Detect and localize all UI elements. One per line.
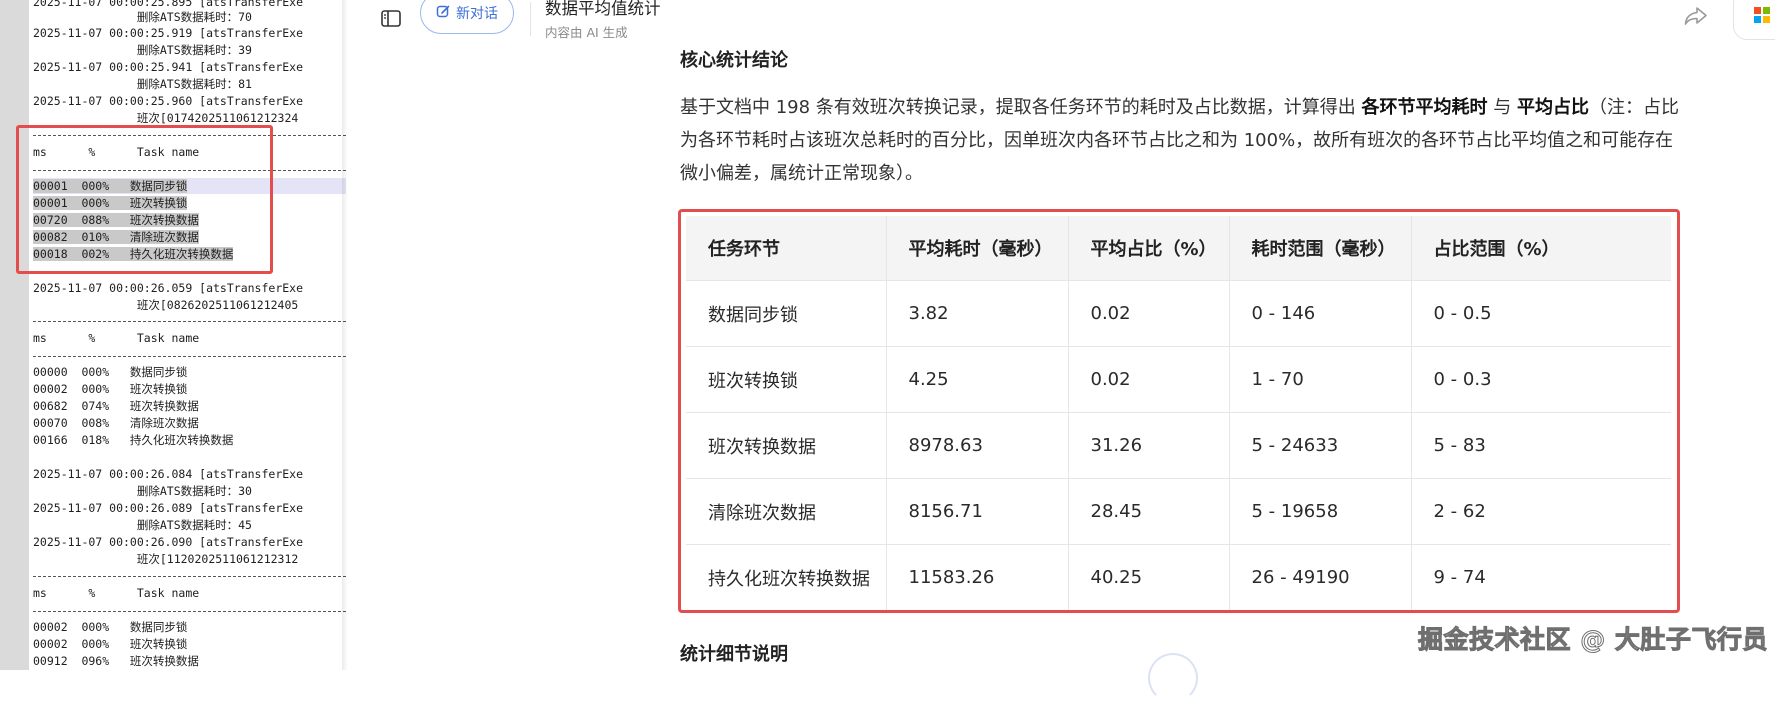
log-task-row: 00682 074% 班次转换数据 xyxy=(33,399,199,413)
ai-generated-notice: 内容由 AI 生成 xyxy=(545,25,628,40)
table-cell: 班次转换锁 xyxy=(686,346,887,413)
table-row: 班次转换数据 8978.63 31.26 5 - 24633 5 - 83 xyxy=(686,412,1671,479)
log-task-row: 00002 000% 数据同步锁 xyxy=(33,620,188,634)
scroll-to-bottom-icon[interactable] xyxy=(1148,653,1198,703)
table-cell: 持久化班次转换数据 xyxy=(686,544,887,610)
topbar-divider xyxy=(530,2,531,36)
table-cell: 9 - 74 xyxy=(1433,567,1486,588)
table-cell: 0 - 0.3 xyxy=(1411,346,1671,413)
microsoft-apps-button[interactable] xyxy=(1733,0,1775,40)
log-viewer-pane[interactable]: 2025-11-07 00:00:25.895 [atsTransferExe … xyxy=(0,0,346,670)
log-separator xyxy=(33,611,346,612)
table-cell: 31.26 xyxy=(1068,412,1230,479)
table-cell: 0 - 0.5 xyxy=(1411,280,1671,347)
log-task-row: 00070 008% 清除班次数据 xyxy=(33,416,199,430)
log-task-row: 00912 096% 班次转换数据 xyxy=(33,654,199,668)
log-task-row: 00000 000% 数据同步锁 xyxy=(33,365,188,379)
column-header: 耗时范围（毫秒） xyxy=(1229,216,1412,281)
table-cell: 5 - 24633 xyxy=(1229,412,1412,479)
section-heading: 核心统计结论 xyxy=(680,50,788,71)
section-heading: 统计细节说明 xyxy=(680,644,788,665)
log-task-row: 00002 000% 班次转换锁 xyxy=(33,637,188,651)
table-cell: 2 - 62 xyxy=(1411,478,1671,545)
log-line: 删除ATS数据耗时：70 xyxy=(33,10,252,24)
microsoft-logo-icon xyxy=(1754,7,1770,23)
watermark: 掘金技术社区 @ 大肚子飞行员 xyxy=(1418,625,1768,655)
table-row: 清除班次数据 8156.71 28.45 5 - 19658 2 - 62 xyxy=(686,478,1671,545)
log-task-row: 00166 018% 持久化班次转换数据 xyxy=(33,433,234,447)
table-cell: 8156.71 xyxy=(886,478,1069,545)
conversation-title[interactable]: 数据平均值统计 xyxy=(545,0,661,19)
table-cell: 26 - 49190 xyxy=(1229,544,1412,610)
table-cell: 0.02 xyxy=(1068,280,1230,347)
log-gutter xyxy=(0,0,29,670)
table-row: 持久化班次转换数据 11583.26 40.25 26 - 49190 9 - … xyxy=(686,544,1671,610)
pane-divider-shadow xyxy=(342,0,348,670)
column-header: 任务环节 xyxy=(686,216,887,281)
edit-icon xyxy=(436,4,451,23)
log-highlight-box xyxy=(16,125,273,274)
table-cell: 数据同步锁 xyxy=(686,280,887,347)
table-cell: 11583.26 xyxy=(886,544,1069,610)
stats-table-highlight: 任务环节 平均耗时（毫秒） 平均占比（%） 耗时范围（毫秒） 占比范围（%） 数… xyxy=(678,209,1680,613)
intro-paragraph: 基于文档中 198 条有效班次转换记录，提取各任务环节的耗时及占比数据，计算得出… xyxy=(680,97,1679,184)
table-cell: 清除班次数据 xyxy=(686,478,887,545)
log-line: 2025-11-07 00:00:26.084 [atsTransferExe xyxy=(33,467,304,481)
log-line: 2025-11-07 00:00:26.059 [atsTransferExe xyxy=(33,281,304,295)
log-line: 2025-11-07 00:00:25.919 [atsTransferExe xyxy=(33,26,304,40)
table-row: 班次转换锁 4.25 0.02 1 - 70 0 - 0.3 xyxy=(686,346,1671,413)
stats-table: 任务环节 平均耗时（毫秒） 平均占比（%） 耗时范围（毫秒） 占比范围（%） 数… xyxy=(686,216,1671,610)
log-task-row: 00002 000% 班次转换锁 xyxy=(33,382,188,396)
log-line: 2025-11-07 00:00:26.089 [atsTransferExe xyxy=(33,501,304,515)
log-table-header: ms % Task name xyxy=(33,586,200,600)
table-cell: 0 - 146 xyxy=(1229,280,1412,347)
table-cell: 5 - 19658 xyxy=(1229,478,1412,545)
table-row: 数据同步锁 3.82 0.02 0 - 146 0 - 0.5 xyxy=(686,280,1671,347)
column-header: 占比范围（%） xyxy=(1411,216,1671,281)
table-cell: 班次转换数据 xyxy=(686,412,887,479)
column-header: 平均占比（%） xyxy=(1068,216,1230,281)
new-chat-button[interactable]: 新对话 xyxy=(420,0,514,34)
table-header-row: 任务环节 平均耗时（毫秒） 平均占比（%） 耗时范围（毫秒） 占比范围（%） xyxy=(686,216,1671,281)
log-line: 删除ATS数据耗时：81 xyxy=(33,77,252,91)
log-line: 班次[0826202511061212405 xyxy=(33,298,299,312)
log-line: 2025-11-07 00:00:25.941 [atsTransferExe xyxy=(33,60,304,74)
chat-topbar: 新对话 数据平均值统计 内容由 AI 生成 xyxy=(348,0,1775,44)
log-line: 删除ATS数据耗时：39 xyxy=(33,43,252,57)
new-chat-label: 新对话 xyxy=(456,6,498,22)
table-cell: 5 - 83 xyxy=(1411,412,1671,479)
log-separator xyxy=(33,576,346,577)
log-line: 2025-11-07 00:00:26.090 [atsTransferExe xyxy=(33,535,304,549)
table-cell: 3.82 xyxy=(886,280,1069,347)
log-line: 删除ATS数据耗时：45 xyxy=(33,518,252,532)
table-cell: 8978.63 xyxy=(886,412,1069,479)
table-cell: 0.02 xyxy=(1068,346,1230,413)
log-line: 班次[1120202511061212312 xyxy=(33,552,299,566)
table-cell: 40.25 xyxy=(1068,544,1230,610)
log-line: 删除ATS数据耗时：30 xyxy=(33,484,252,498)
sidebar-toggle-icon[interactable] xyxy=(380,8,402,28)
table-cell: 1 - 70 xyxy=(1229,346,1412,413)
share-icon[interactable] xyxy=(1684,6,1708,28)
log-line: 2025-11-07 00:00:25.960 [atsTransferExe xyxy=(33,94,304,108)
log-table-header: ms % Task name xyxy=(33,331,200,345)
column-header: 平均耗时（毫秒） xyxy=(886,216,1069,281)
table-cell: 4.25 xyxy=(886,346,1069,413)
table-cell: 28.45 xyxy=(1068,478,1230,545)
log-separator xyxy=(33,321,346,322)
log-separator xyxy=(33,356,346,357)
